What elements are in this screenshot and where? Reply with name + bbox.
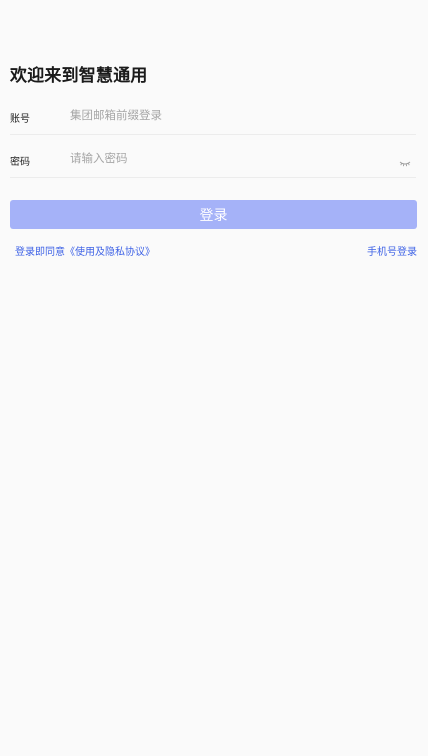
login-screen: 欢迎来到智慧通用 账号 密码 登录 登录即同意《使用及隐私协议》 手机号登录 (0, 0, 428, 756)
login-button[interactable]: 登录 (10, 200, 417, 229)
eye-closed-icon[interactable] (398, 154, 412, 167)
password-label: 密码 (10, 157, 30, 168)
phone-login-link[interactable]: 手机号登录 (367, 243, 417, 258)
account-label: 账号 (10, 114, 30, 125)
password-input[interactable] (70, 146, 380, 170)
page-title: 欢迎来到智慧通用 (10, 66, 148, 86)
account-input[interactable] (70, 103, 380, 127)
account-field-row: 账号 (10, 95, 416, 135)
privacy-agreement-link[interactable]: 登录即同意《使用及隐私协议》 (15, 243, 155, 258)
password-field-row: 密码 (10, 138, 416, 178)
